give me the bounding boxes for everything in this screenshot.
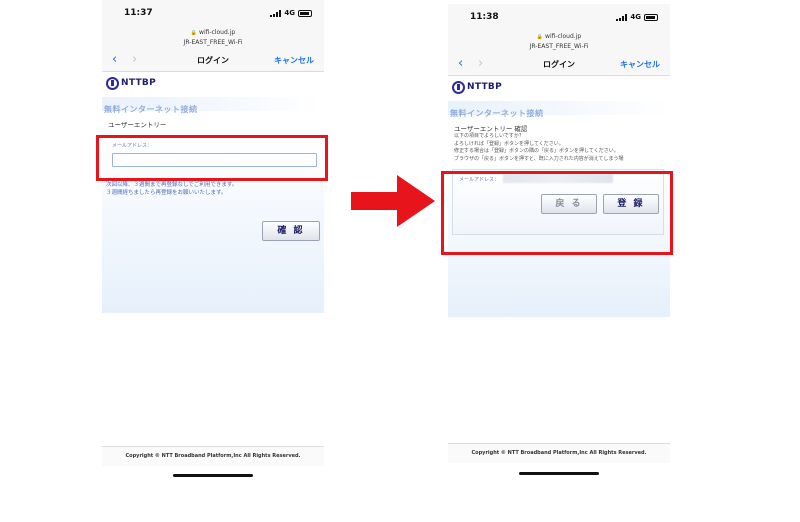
lock-icon: 🔒: [536, 34, 544, 40]
brand-logo: NTTBP: [448, 77, 670, 97]
highlight-confirm-card: [441, 171, 673, 255]
confirm-description: 以下の項目でよろしいですか？ よろしければ「登録」ボタンを押してください。 修正…: [454, 133, 624, 162]
status-time: 11:37: [124, 8, 153, 18]
section-title: ユーザーエントリー 確認: [454, 125, 528, 133]
network-label: 4G: [630, 13, 641, 21]
page-title: 無料インターネット接続: [450, 109, 544, 118]
url-bar[interactable]: 🔒 wifi-cloud.jp JR-EAST_FREE_Wi-Fi: [102, 26, 324, 50]
brand-logo: NTTBP: [102, 73, 324, 93]
url-domain: wifi-cloud.jp: [545, 33, 582, 40]
signal-icon: [270, 9, 282, 17]
url-ssid: JR-EAST_FREE_Wi-Fi: [529, 43, 589, 50]
url-bar[interactable]: 🔒 wifi-cloud.jp JR-EAST_FREE_Wi-Fi: [448, 30, 670, 54]
home-indicator: [173, 474, 253, 477]
logo-text: NTTBP: [121, 78, 156, 88]
arrow-right-icon: [351, 175, 435, 227]
section-title: ユーザーエントリー: [108, 121, 167, 129]
cancel-button[interactable]: キャンセル: [274, 55, 314, 66]
status-bar: 11:38 4G: [448, 4, 670, 32]
tutorial-stage: 11:37 4G 🔒 wifi-cloud.jp JR-EAST_FREE_Wi-…: [0, 0, 800, 522]
url-domain: wifi-cloud.jp: [199, 29, 236, 36]
usage-note: 次回以降、３週間まで再登録なしでご利用できます。 ３週間経ちましたら再登録をお願…: [106, 182, 238, 196]
nav-bar: ‹ › ログイン キャンセル: [448, 54, 670, 76]
nttbp-logo-icon: [452, 80, 465, 94]
lock-icon: 🔒: [190, 30, 198, 36]
status-time: 11:38: [470, 12, 499, 22]
page-content: NTTBP 無料インターネット接続 ユーザーエントリー 確認 以下の項目でよろし…: [448, 77, 670, 484]
nttbp-logo-icon: [106, 76, 119, 90]
footer-copyright: Copyright © NTT Broadband Platform,Inc A…: [102, 446, 324, 466]
battery-icon: [644, 13, 658, 21]
signal-icon: [616, 13, 628, 21]
footer-copyright: Copyright © NTT Broadband Platform,Inc A…: [448, 443, 670, 463]
logo-text: NTTBP: [467, 82, 502, 92]
status-bar: 11:37 4G: [102, 0, 324, 28]
battery-icon: [298, 9, 312, 17]
cancel-button[interactable]: キャンセル: [620, 59, 660, 70]
home-indicator: [519, 472, 599, 475]
confirm-button[interactable]: 確 認: [262, 221, 320, 241]
url-ssid: JR-EAST_FREE_Wi-Fi: [183, 39, 243, 46]
phone-screen-entry: 11:37 4G 🔒 wifi-cloud.jp JR-EAST_FREE_Wi-…: [102, 0, 324, 480]
highlight-email-input: [96, 135, 328, 181]
page-title: 無料インターネット接続: [104, 105, 198, 114]
nav-bar: ‹ › ログイン キャンセル: [102, 50, 324, 72]
network-label: 4G: [284, 9, 295, 17]
